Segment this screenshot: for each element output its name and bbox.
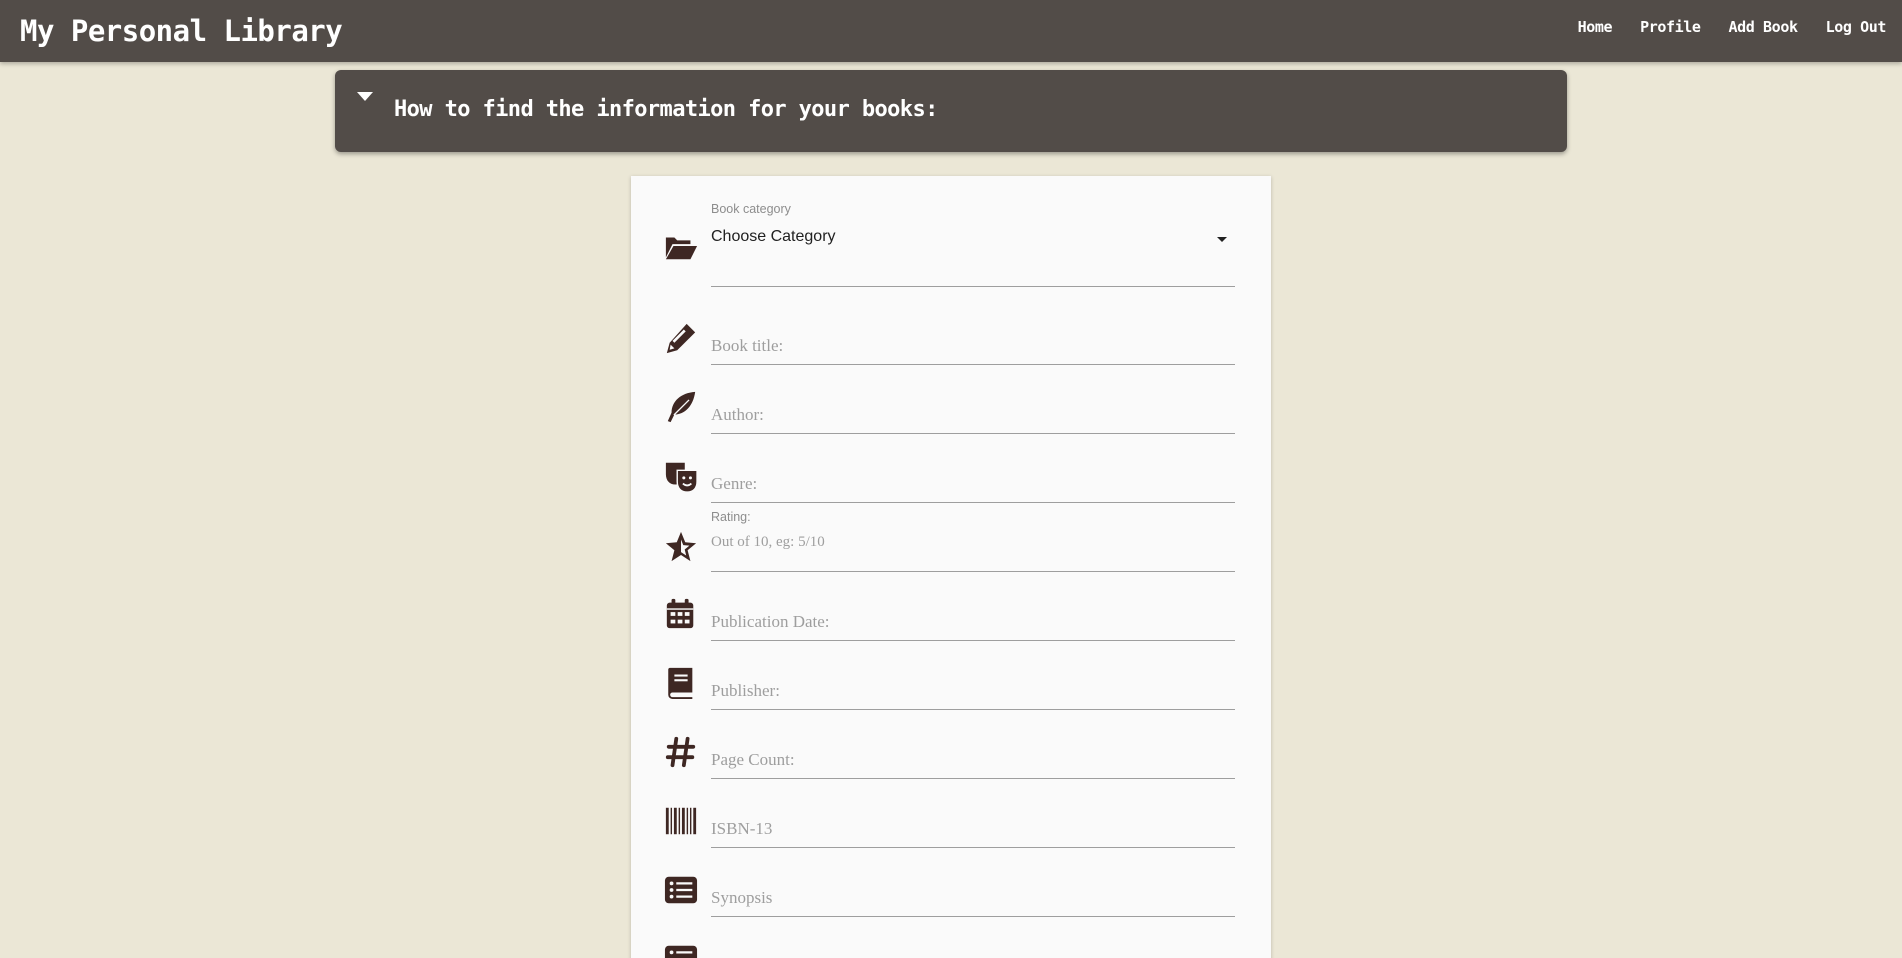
folder-open-icon (664, 230, 698, 264)
author-underline (711, 433, 1235, 434)
list-icon (664, 942, 698, 958)
page-count-underline (711, 778, 1235, 779)
category-selected-value[interactable]: Choose Category (711, 228, 836, 246)
rating-field: Rating: (631, 510, 1271, 572)
chevron-down-icon (1217, 237, 1227, 242)
publication-date-field (631, 597, 1271, 653)
star-icon (664, 530, 698, 564)
book-title-field (631, 321, 1271, 377)
nav-link-profile[interactable]: Profile (1640, 18, 1701, 36)
help-title: How to find the information for your boo… (394, 97, 938, 122)
rating-input[interactable] (711, 527, 1235, 557)
publisher-input[interactable] (711, 676, 1235, 706)
theater-masks-icon (664, 459, 698, 493)
genre-input[interactable] (711, 469, 1235, 499)
synopsis-input[interactable] (711, 883, 1235, 913)
nav-link-log-out[interactable]: Log Out (1826, 18, 1887, 36)
next-field-partial (631, 942, 1271, 958)
nav-link-home[interactable]: Home (1578, 18, 1613, 36)
author-field (631, 390, 1271, 446)
author-input[interactable] (711, 400, 1235, 430)
top-navbar: My Personal Library Home Profile Add Boo… (0, 0, 1902, 62)
isbn-underline (711, 847, 1235, 848)
category-select[interactable]: Book category Choose Category (631, 202, 1271, 287)
category-label: Book category (711, 202, 791, 216)
genre-underline (711, 502, 1235, 503)
publisher-field (631, 666, 1271, 722)
publication-date-input[interactable] (711, 607, 1235, 637)
help-collapsible-header[interactable]: How to find the information for your boo… (335, 70, 1567, 152)
rating-underline (711, 571, 1235, 572)
synopsis-field (631, 873, 1271, 929)
page-count-input[interactable] (711, 745, 1235, 775)
book-title-underline (711, 364, 1235, 365)
barcode-icon (664, 804, 698, 838)
isbn-field (631, 804, 1271, 860)
isbn-input[interactable] (711, 814, 1235, 844)
category-underline (711, 286, 1235, 287)
publisher-underline (711, 709, 1235, 710)
page-count-field (631, 735, 1271, 791)
book-title-input[interactable] (711, 331, 1235, 361)
genre-field (631, 459, 1271, 515)
rating-label: Rating: (711, 510, 751, 524)
nav-link-add-book[interactable]: Add Book (1729, 18, 1798, 36)
synopsis-underline (711, 916, 1235, 917)
book-icon (664, 666, 698, 700)
caret-down-icon (357, 92, 373, 101)
publication-date-underline (711, 640, 1235, 641)
hashtag-icon (664, 735, 698, 769)
pencil-icon (664, 321, 698, 355)
feather-icon (664, 390, 698, 424)
list-icon (664, 873, 698, 907)
brand-logo-link[interactable]: My Personal Library (20, 14, 343, 48)
add-book-form-card: Book category Choose Category Rating: (631, 176, 1271, 958)
calendar-icon (664, 597, 698, 631)
nav-links: Home Profile Add Book Log Out (1578, 18, 1887, 36)
